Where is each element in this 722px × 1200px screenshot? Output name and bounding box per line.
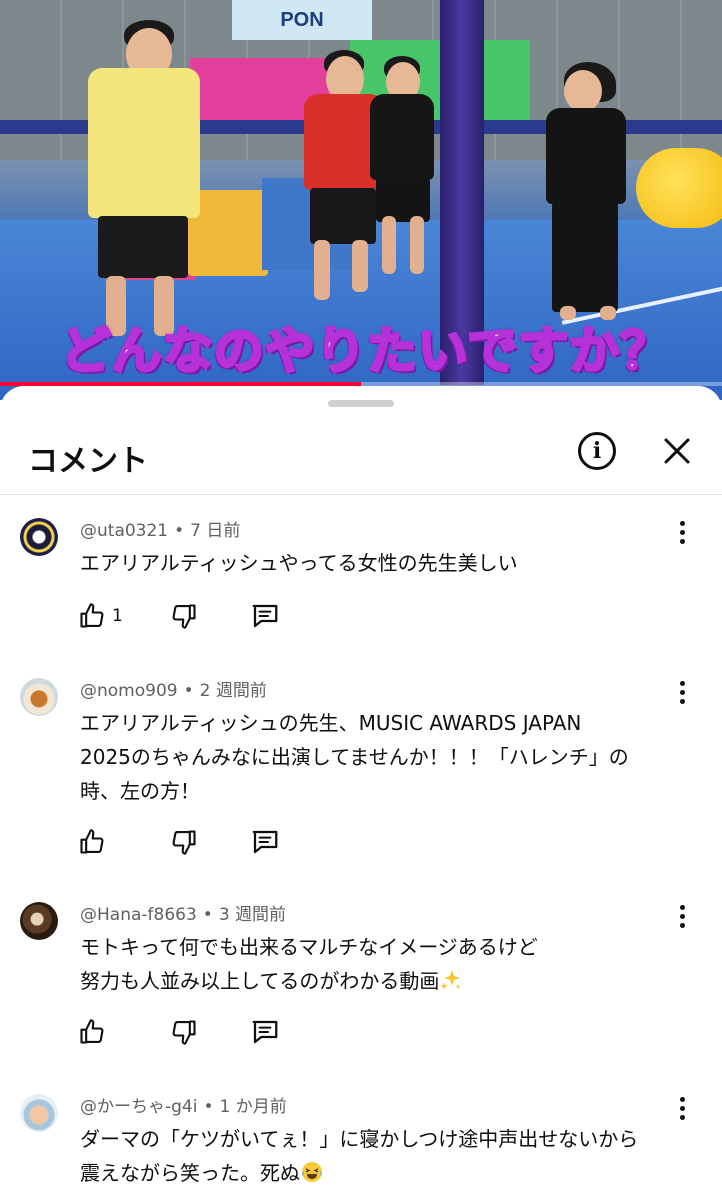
- sheet-title: コメント: [28, 444, 148, 479]
- video-person-yellow: [84, 20, 209, 336]
- reply-icon: [250, 1017, 280, 1047]
- video-player[interactable]: PON どんなのやりたいですか？: [0, 0, 722, 400]
- comment-meta: @かーちゃ-g4i • 1 か月前: [80, 1097, 287, 1117]
- avatar[interactable]: [20, 518, 58, 556]
- comment-text: エアリアルティッシュやってる女性の先生美しい: [80, 546, 680, 580]
- comment-time: 1 か月前: [219, 1097, 287, 1117]
- like-count: 1: [112, 606, 123, 626]
- video-bg-sign: PON: [232, 0, 372, 40]
- more-vert-icon[interactable]: [670, 518, 694, 546]
- comment-author[interactable]: @かーちゃ-g4i: [80, 1097, 197, 1117]
- avatar[interactable]: [20, 1094, 58, 1132]
- like-button[interactable]: [78, 826, 112, 858]
- laughing-emoji: [302, 1162, 322, 1182]
- drag-handle[interactable]: [328, 400, 394, 407]
- info-icon[interactable]: i: [578, 432, 616, 470]
- dislike-button[interactable]: [170, 1016, 198, 1048]
- more-vert-icon[interactable]: [670, 902, 694, 930]
- avatar[interactable]: [20, 678, 58, 716]
- reply-button[interactable]: [250, 826, 280, 858]
- video-sign-text: PON: [280, 8, 324, 31]
- sheet-header: コメント i: [0, 426, 722, 492]
- comment-line: エアリアルティッシュの先生、MUSIC AWARDS JAPAN: [80, 711, 582, 735]
- thumb-down-icon: [170, 828, 198, 856]
- comments-sheet: コメント i @uta0321 • 7 日前 エアリアルティッシュやってる女性の先生…: [0, 386, 722, 1200]
- like-button[interactable]: 1: [78, 600, 123, 632]
- thumb-up-icon: [78, 828, 106, 856]
- comment-actions: [78, 826, 338, 858]
- comment-line: 努力も人並み以上してるのがわかる動画: [80, 969, 440, 993]
- comment-line: 時、左の方！: [80, 779, 200, 803]
- video-caption: どんなのやりたいですか？: [59, 321, 672, 382]
- reply-button[interactable]: [250, 600, 280, 632]
- header-divider: [0, 494, 722, 495]
- reply-icon: [250, 827, 280, 857]
- sparkles-emoji: [440, 970, 462, 990]
- comment-actions: 1: [78, 600, 338, 632]
- comment-time: 7 日前: [190, 521, 241, 541]
- thumb-up-icon: [78, 1018, 106, 1046]
- dislike-button[interactable]: [170, 600, 198, 632]
- reply-icon: [250, 601, 280, 631]
- reply-button[interactable]: [250, 1016, 280, 1048]
- info-icon-glyph: i: [592, 438, 602, 464]
- comment-text: モトキって何でも出来るマルチなイメージあるけど 努力も人並み以上してるのがわかる…: [80, 930, 680, 998]
- comment-author[interactable]: @Hana-f8663: [80, 905, 197, 925]
- comment-author[interactable]: @nomo909: [80, 681, 178, 701]
- comment-text: ダーマの「ケツがいてぇ！」に寝かしつけ途中声出せないから 震えながら笑った。死ぬ: [80, 1122, 680, 1190]
- dislike-button[interactable]: [170, 826, 198, 858]
- comment-line: 震えながら笑った。死ぬ: [80, 1161, 300, 1185]
- comment-line: 2025のちゃんみなに出演してませんか！！！「ハレンチ」の: [80, 745, 629, 769]
- comment-meta: @nomo909 • 2 週間前: [80, 681, 267, 701]
- more-vert-icon[interactable]: [670, 678, 694, 706]
- comment-meta: @Hana-f8663 • 3 週間前: [80, 905, 287, 925]
- like-button[interactable]: [78, 1016, 112, 1048]
- close-icon[interactable]: [660, 432, 694, 470]
- page: PON どんなのやりたいですか？ コメント i @uta0321 • 7 日前 …: [0, 0, 722, 1200]
- avatar[interactable]: [20, 902, 58, 940]
- video-yellow-cushion: [636, 148, 722, 228]
- comment-time: 3 週間前: [218, 905, 287, 925]
- comment-line: モトキって何でも出来るマルチなイメージあるけど: [80, 935, 538, 959]
- comment-time: 2 週間前: [199, 681, 267, 701]
- comment-meta: @uta0321 • 7 日前: [80, 521, 241, 541]
- thumb-down-icon: [170, 1018, 198, 1046]
- thumb-up-icon: [78, 602, 106, 630]
- video-person-black: [370, 56, 440, 276]
- comment-text: エアリアルティッシュの先生、MUSIC AWARDS JAPAN 2025のちゃ…: [80, 706, 680, 808]
- comment-author[interactable]: @uta0321: [80, 521, 168, 541]
- comment-line: エアリアルティッシュやってる女性の先生美しい: [80, 551, 518, 575]
- comment-line: ダーマの「ケツがいてぇ！」に寝かしつけ途中声出せないから: [80, 1127, 639, 1151]
- comment-actions: [78, 1016, 338, 1048]
- more-vert-icon[interactable]: [670, 1094, 694, 1122]
- thumb-down-icon: [170, 602, 198, 630]
- video-person-woman: [520, 62, 630, 322]
